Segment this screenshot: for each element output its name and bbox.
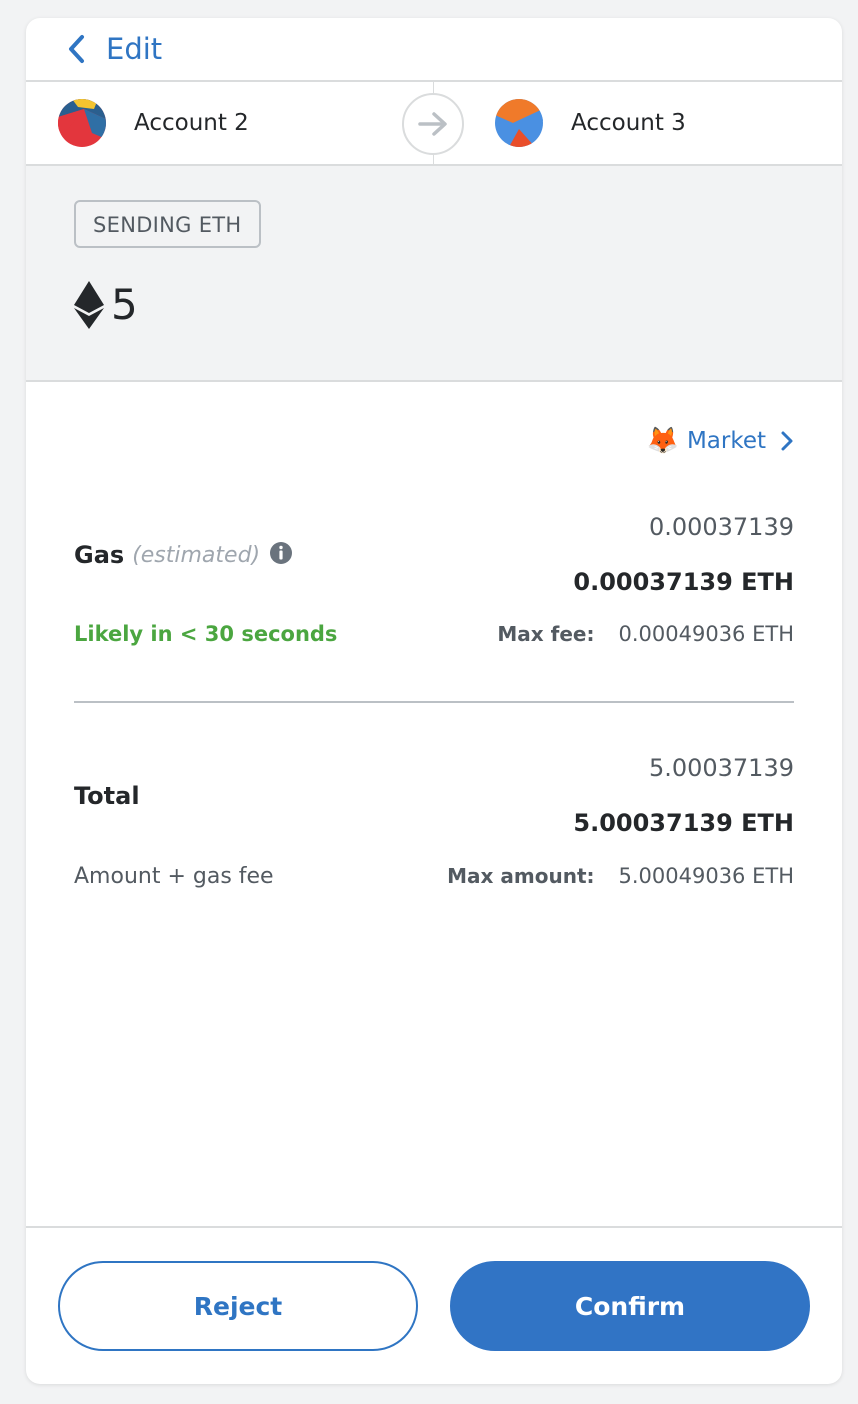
gas-timing-estimate: Likely in < 30 seconds	[74, 622, 338, 646]
from-account[interactable]: Account 2	[58, 99, 249, 147]
chevron-right-icon	[766, 430, 794, 452]
action-badge: SENDING ETH	[74, 200, 261, 248]
gas-eth-value: 0.00037139 ETH	[573, 568, 794, 596]
max-fee-value: 0.00049036 ETH	[618, 622, 795, 646]
avatar	[495, 99, 543, 147]
total-title: Total	[74, 782, 140, 810]
chevron-left-icon	[66, 33, 86, 65]
arrow-right-icon	[402, 93, 464, 155]
footer: Reject Confirm	[26, 1226, 842, 1384]
total-eth-value: 5.00037139 ETH	[573, 809, 794, 837]
total-sub-label: Amount + gas fee	[74, 864, 274, 889]
sending-summary: SENDING ETH 5	[26, 166, 842, 382]
max-amount-row: Max amount: 5.00049036 ETH	[447, 864, 794, 888]
gas-estimated-label: (estimated)	[132, 542, 261, 568]
market-label: Market	[686, 428, 766, 454]
from-account-name: Account 2	[134, 110, 249, 136]
divider	[74, 701, 794, 703]
edit-button[interactable]: Edit	[66, 32, 162, 66]
max-amount-value: 5.00049036 ETH	[618, 864, 795, 888]
avatar	[58, 99, 106, 147]
edit-label: Edit	[106, 32, 163, 66]
transaction-confirm-card: Edit Account 2 Account 3 SENDING ETH 5 🦊…	[26, 18, 842, 1384]
header: Edit	[26, 18, 842, 82]
to-account[interactable]: Account 3	[495, 99, 686, 147]
accounts-row: Account 2 Account 3	[26, 82, 842, 166]
total-fiat-value: 5.00037139	[648, 754, 794, 782]
gas-title: Gas	[74, 541, 125, 569]
max-fee-row: Max fee: 0.00049036 ETH	[497, 622, 794, 646]
max-amount-label: Max amount:	[447, 864, 595, 888]
gas-label-row: Gas (estimated)	[74, 541, 293, 569]
gas-market-button[interactable]: 🦊 Market	[647, 428, 794, 454]
to-account-name: Account 3	[571, 110, 686, 136]
reject-button[interactable]: Reject	[58, 1261, 418, 1351]
info-icon[interactable]	[269, 541, 293, 569]
gas-fiat-value: 0.00037139	[648, 513, 794, 541]
send-amount: 5	[111, 280, 138, 329]
confirm-button[interactable]: Confirm	[450, 1261, 810, 1351]
amount-row: 5	[74, 280, 138, 329]
fox-icon: 🦊	[646, 426, 679, 456]
ethereum-icon	[74, 280, 104, 329]
max-fee-label: Max fee:	[497, 622, 595, 646]
